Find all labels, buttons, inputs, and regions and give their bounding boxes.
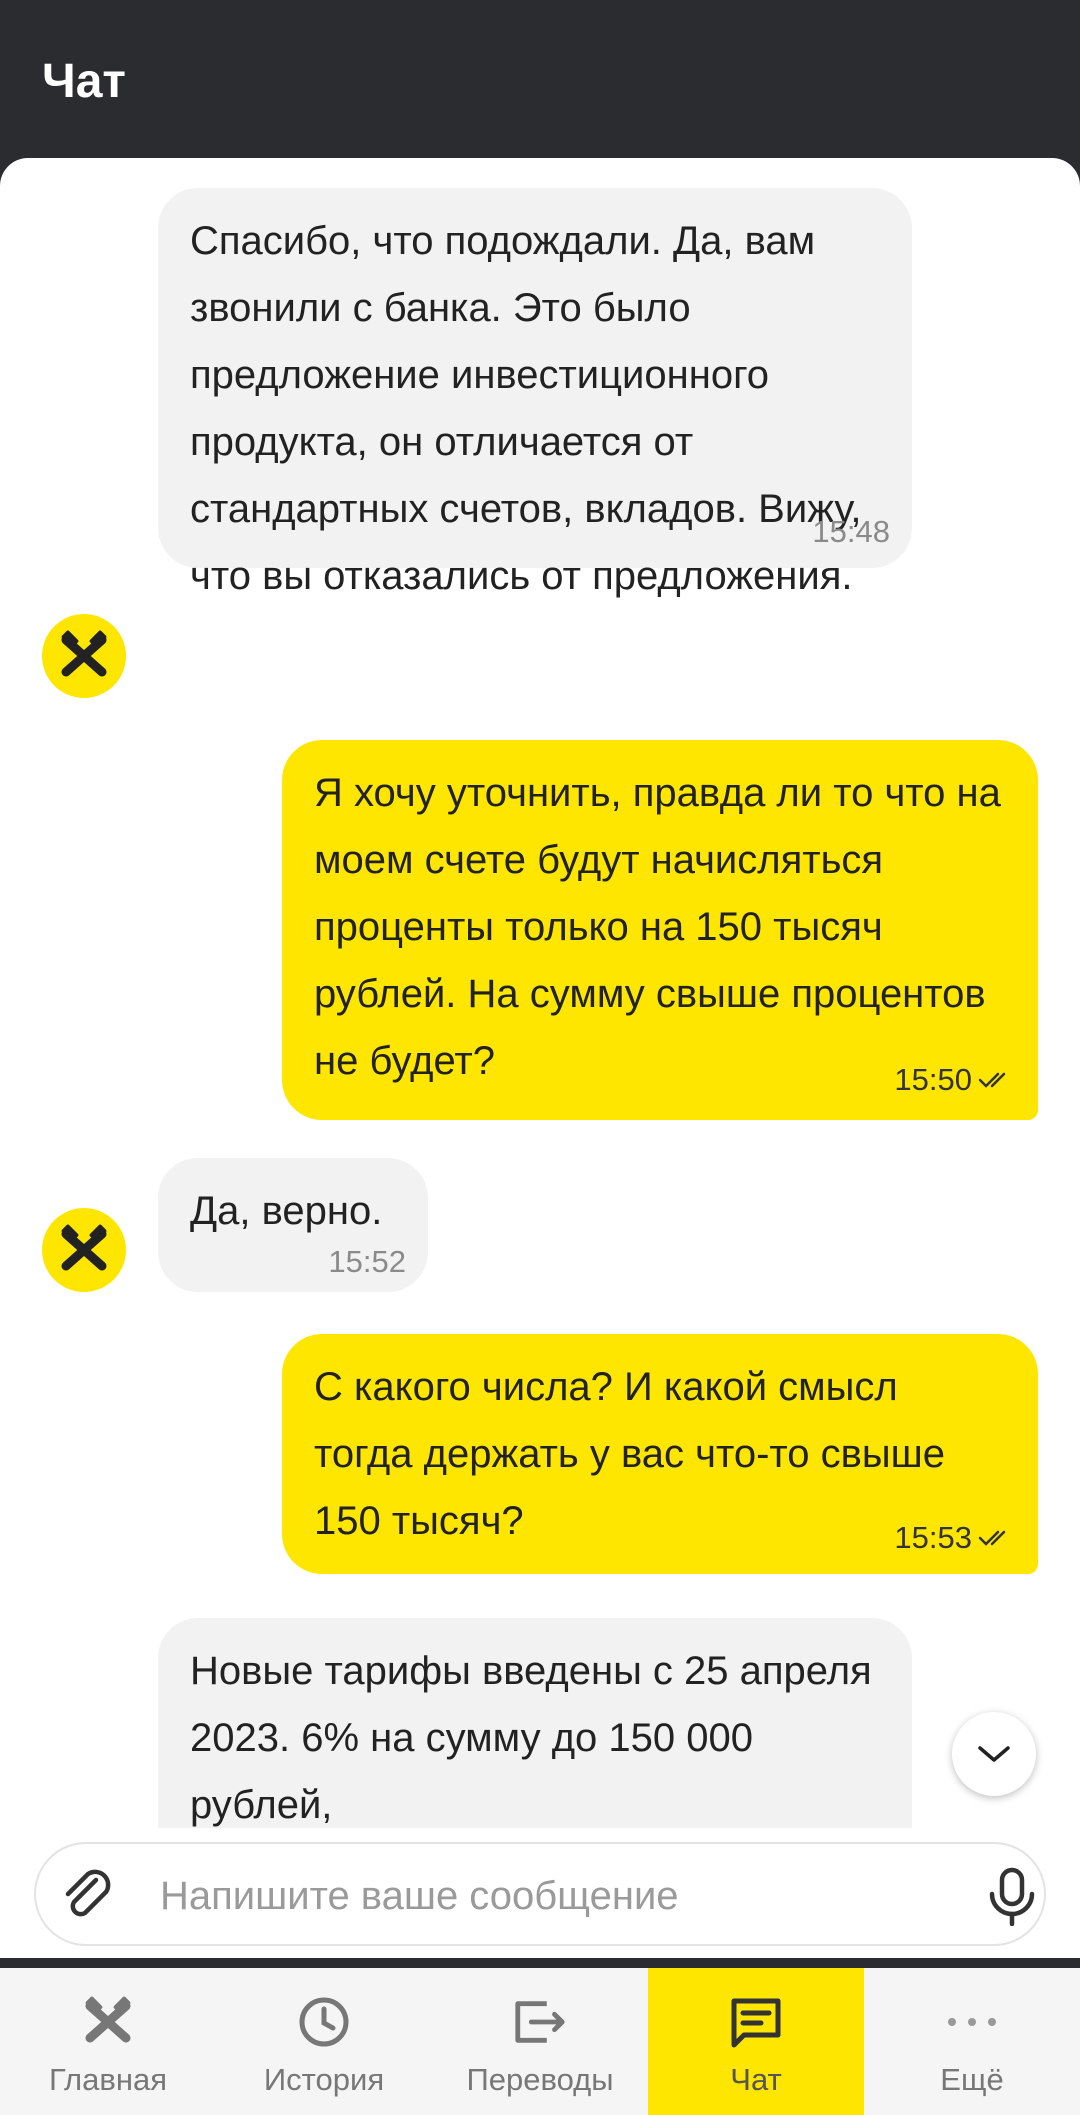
tab-history[interactable]: История xyxy=(216,1968,432,2115)
bank-avatar xyxy=(42,614,126,698)
bottom-tab-bar: Главная История Переводы Чат Ещё xyxy=(0,1968,1080,2115)
message-text: Спасибо, что подождали. Да, вам звонили … xyxy=(190,219,862,598)
message-text: Я хочу уточнить, правда ли то что на мое… xyxy=(314,771,1001,1083)
message-incoming[interactable]: Да, верно. 15:52 xyxy=(158,1158,428,1292)
message-text: Да, верно. xyxy=(190,1189,383,1233)
tab-label: История xyxy=(263,2062,385,2097)
message-time: 15:53 xyxy=(894,1520,972,1555)
page-title: Чат xyxy=(42,55,126,108)
bank-avatar xyxy=(42,1208,126,1292)
message-text: Новые тарифы введены с 25 апреля 2023. 6… xyxy=(190,1649,872,1827)
tab-label: Ещё xyxy=(940,2062,1004,2097)
double-check-icon xyxy=(978,1530,1006,1546)
scroll-down-button[interactable] xyxy=(952,1712,1036,1796)
chat-area[interactable]: Спасибо, что подождали. Да, вам звонили … xyxy=(0,158,1080,1958)
message-time: 15:48 xyxy=(812,514,890,549)
chevron-down-icon xyxy=(978,1746,1010,1762)
bank-logo-icon xyxy=(61,1224,107,1271)
message-time: 15:52 xyxy=(328,1244,406,1279)
message-composer xyxy=(34,1842,1046,1946)
tab-label: Переводы xyxy=(466,2062,614,2097)
message-time-status: 15:50 xyxy=(894,1062,1014,1098)
message-outgoing[interactable]: Я хочу уточнить, правда ли то что на мое… xyxy=(282,740,1038,1120)
double-check-icon xyxy=(978,1072,1006,1088)
home-logo-icon xyxy=(80,1994,136,2050)
tab-chat[interactable]: Чат xyxy=(648,1968,864,2115)
message-incoming[interactable]: Спасибо, что подождали. Да, вам звонили … xyxy=(158,188,912,598)
message-outgoing[interactable]: С какого числа? И какой смысл тогда держ… xyxy=(282,1334,1038,1574)
app-header: Чат xyxy=(0,0,1080,160)
transfer-icon xyxy=(512,1994,568,2050)
bank-logo-icon xyxy=(61,630,107,677)
tab-transfers[interactable]: Переводы xyxy=(432,1968,648,2115)
tab-label: Главная xyxy=(49,2062,167,2097)
more-dots-icon xyxy=(944,1994,1000,2050)
clock-icon xyxy=(296,1994,352,2050)
attach-icon[interactable] xyxy=(58,1866,118,1926)
tab-label: Чат xyxy=(730,2062,782,2097)
message-input[interactable] xyxy=(160,1862,980,1930)
message-time: 15:50 xyxy=(894,1062,972,1097)
microphone-icon[interactable] xyxy=(984,1866,1040,1926)
message-time-status: 15:53 xyxy=(894,1520,1014,1556)
tab-more[interactable]: Ещё xyxy=(864,1968,1080,2115)
chat-icon xyxy=(728,1994,784,2050)
tab-home[interactable]: Главная xyxy=(0,1968,216,2115)
